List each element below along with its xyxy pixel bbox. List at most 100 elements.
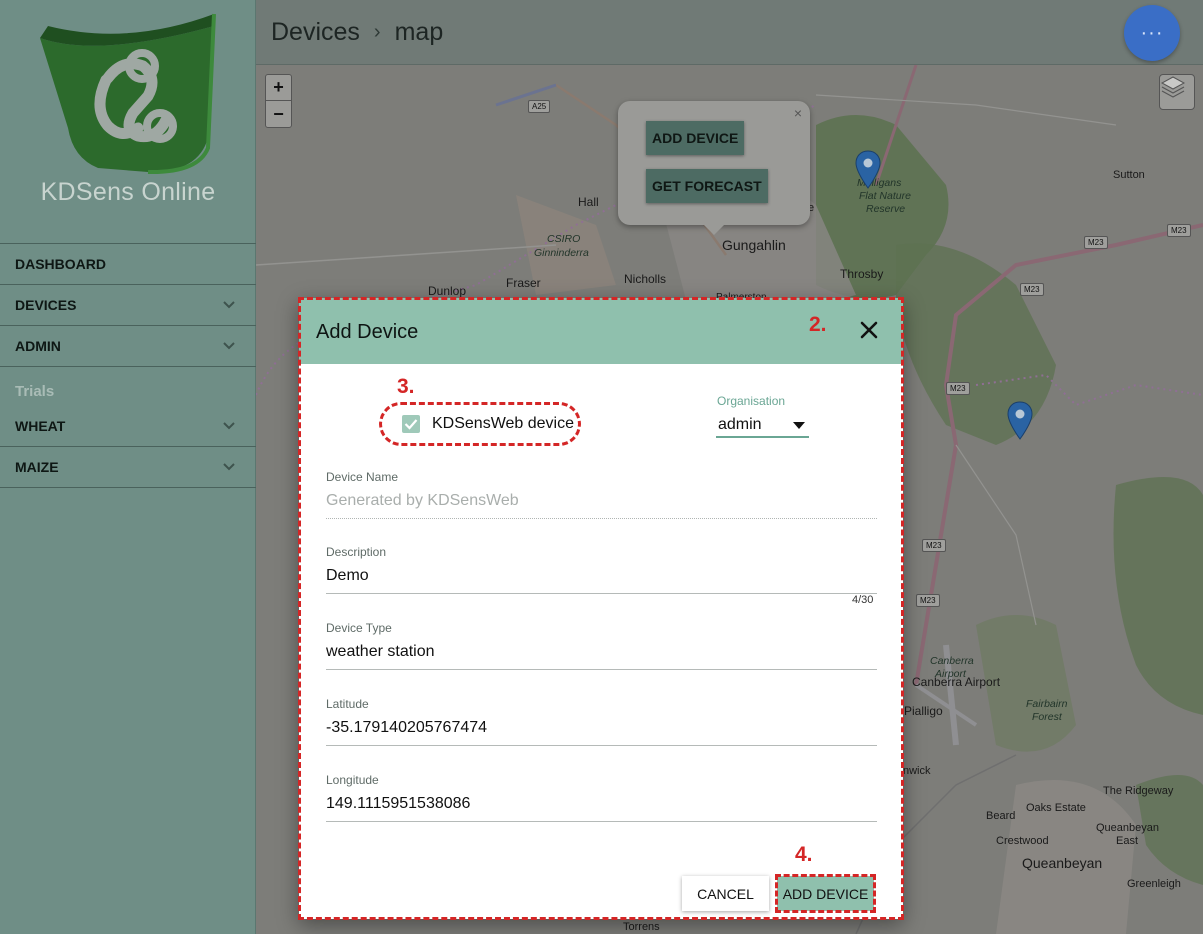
map-label: M23 [946, 382, 970, 395]
annotation-step-4: 4. [795, 843, 813, 866]
kdsensweb-checkbox-row[interactable]: KDSensWeb device [379, 402, 581, 446]
map-label: M23 [1020, 283, 1044, 296]
map-label: Dunlop [428, 284, 467, 298]
main-nav: DASHBOARD DEVICES ADMIN [0, 243, 256, 367]
map-label: M23 [1167, 224, 1191, 237]
chevron-down-icon [222, 339, 236, 353]
map-label: Queanbeyan [1096, 822, 1159, 834]
map-label: Hall [578, 195, 599, 209]
map-label: M23 [916, 594, 940, 607]
more-actions-button[interactable]: ··· [1124, 5, 1180, 61]
map-label: Canberra [930, 655, 974, 667]
map-label: Torrens [623, 921, 660, 933]
breadcrumb-current: map [394, 18, 444, 46]
map-label: The Ridgeway [1103, 785, 1174, 797]
chevron-down-icon [222, 460, 236, 474]
map-label: Beard [986, 810, 1016, 822]
zoom-in-button[interactable]: + [266, 75, 291, 101]
device-type-input[interactable]: weather station [326, 643, 877, 665]
map-label: Nicholls [624, 272, 667, 286]
map-label: Flat Nature [859, 190, 911, 202]
layers-icon [1160, 76, 1186, 98]
map-label: M23 [922, 539, 946, 552]
nav-item-devices[interactable]: DEVICES [0, 285, 256, 326]
map-label: Forest [1032, 711, 1062, 723]
organisation-label: Organisation [717, 394, 786, 408]
map-label: Fraser [506, 276, 541, 290]
popup-get-forecast-button[interactable]: GET FORECAST [646, 169, 768, 203]
nav-item-wheat[interactable]: WHEAT [0, 406, 256, 447]
dialog-header: Add Device 2. [299, 298, 903, 364]
latitude-field[interactable]: Latitude -35.179140205767474 [326, 697, 877, 746]
map-label: Oaks Estate [1026, 802, 1086, 814]
map-label: Reserve [866, 203, 906, 215]
map-label: A25 [528, 100, 551, 113]
map-label: Pialligo [904, 704, 943, 718]
dialog-title: Add Device [316, 321, 419, 343]
nav-item-admin[interactable]: ADMIN [0, 326, 256, 367]
check-icon [404, 419, 418, 430]
breadcrumb-separator-icon: › [373, 21, 381, 43]
breadcrumb-root[interactable]: Devices [271, 18, 360, 47]
add-device-dialog: Add Device 2. 3. KDSensWeb device Organi… [299, 298, 903, 919]
chevron-down-icon [222, 419, 236, 433]
map-label: Greenleigh [1127, 878, 1181, 890]
brand-name: KDSens Online [40, 178, 216, 206]
nav-label: ADMIN [15, 338, 61, 354]
app-header: Devices › map ··· [256, 0, 1203, 65]
nav-label: DASHBOARD [15, 256, 106, 272]
map-label: Crestwood [996, 835, 1049, 847]
map-label: Ginninderra [534, 247, 589, 259]
field-label: Device Name [326, 470, 399, 484]
annotation-highlight [775, 874, 876, 913]
layers-button[interactable] [1159, 74, 1195, 110]
nav-item-maize[interactable]: MAIZE [0, 447, 256, 488]
field-label: Longitude [326, 773, 379, 787]
map-label: CSIRO [547, 233, 581, 245]
longitude-field[interactable]: Longitude 149.1115951538086 [326, 773, 877, 822]
description-field[interactable]: Description Demo [326, 545, 877, 594]
field-label: Latitude [326, 697, 369, 711]
kdsensweb-checkbox[interactable] [402, 415, 420, 433]
map-label: East [1116, 835, 1139, 847]
kdsensweb-checkbox-label: KDSensWeb device [432, 415, 574, 432]
map-label: Sutton [1113, 169, 1145, 181]
nav-label: DEVICES [15, 297, 77, 313]
longitude-input[interactable]: 149.1115951538086 [326, 795, 877, 817]
map-label: Gungahlin [722, 237, 786, 253]
chevron-down-icon [222, 298, 236, 312]
annotation-step-2: 2. [809, 313, 827, 336]
field-label: Description [326, 545, 387, 559]
map-label: M23 [1084, 236, 1108, 249]
kdsens-logo [40, 13, 216, 175]
device-name-field[interactable]: Device Name Generated by KDSensWeb [326, 470, 877, 519]
field-label: Device Type [326, 621, 392, 635]
map-label: Queanbeyan [1022, 855, 1103, 871]
device-marker-icon[interactable] [1007, 401, 1033, 441]
map-label: Canberra Airport [912, 675, 1001, 689]
sidebar: KDSens Online DASHBOARD DEVICES ADMIN Tr… [0, 0, 256, 934]
popup-add-device-button[interactable]: ADD DEVICE [646, 121, 745, 155]
annotation-step-3: 3. [397, 375, 415, 398]
description-counter: 4/30 [852, 594, 874, 606]
more-horizontal-icon: ··· [1140, 21, 1164, 44]
nav-item-dashboard[interactable]: DASHBOARD [0, 244, 256, 285]
map-popup: × ADD DEVICE GET FORECAST [618, 101, 810, 235]
cancel-button[interactable]: CANCEL [682, 876, 769, 911]
breadcrumb: Devices › map [271, 18, 443, 47]
organisation-select[interactable]: admin [716, 414, 809, 438]
map-label: Throsby [840, 267, 884, 281]
trials-nav: WHEAT MAIZE [0, 406, 256, 488]
device-marker-icon[interactable] [855, 150, 881, 190]
device-name-input[interactable]: Generated by KDSensWeb [326, 492, 877, 514]
latitude-input[interactable]: -35.179140205767474 [326, 719, 877, 741]
zoom-control: + − [265, 74, 292, 128]
close-icon[interactable] [860, 321, 878, 343]
device-type-field[interactable]: Device Type weather station [326, 621, 877, 670]
organisation-value: admin [718, 416, 762, 433]
nav-label: WHEAT [15, 418, 66, 434]
zoom-out-button[interactable]: − [266, 101, 291, 127]
description-input[interactable]: Demo [326, 567, 877, 589]
close-icon[interactable]: × [794, 105, 802, 121]
trials-heading: Trials [15, 383, 55, 400]
